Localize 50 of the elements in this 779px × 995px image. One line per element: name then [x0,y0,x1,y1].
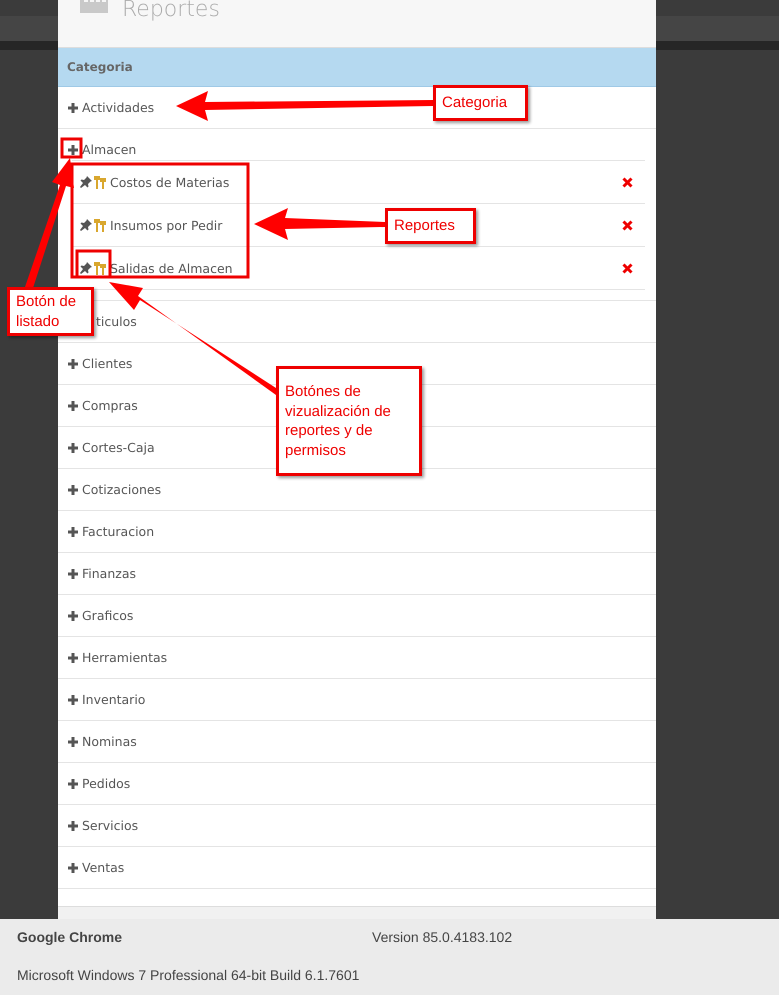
product-name: Google Chrome [17,929,124,945]
category-name[interactable]: Clientes [82,356,132,371]
plus-icon[interactable] [68,358,78,368]
annotation-label: Reportes [385,208,476,244]
delete-icon[interactable] [622,262,633,274]
plus-icon[interactable] [68,102,78,112]
report-name[interactable]: Costos de Materias [110,174,230,190]
category-name[interactable]: ticulos [96,314,137,329]
pin-icon[interactable] [80,176,92,188]
category-name[interactable]: Servicios [82,818,138,833]
pin-icon[interactable] [80,262,92,274]
version-text: Version 85.0.4183.102 [372,929,512,945]
modal-title: Reportes [122,0,220,24]
plus-icon[interactable] [68,778,78,788]
os-text: Microsoft Windows 7 Professional 64-bit Build 6.1.7601 [17,967,360,983]
category-name[interactable]: Inventario [82,692,146,707]
annotation-label: Categoria [433,85,528,121]
category-name[interactable]: Almacen [82,142,136,157]
category-name[interactable]: Compras [82,398,138,413]
category-name[interactable]: Actividades [82,100,154,115]
plus-icon[interactable] [68,484,78,494]
category-name[interactable]: Pedidos [82,776,130,791]
plus-icon[interactable] [68,652,78,662]
plus-icon[interactable] [68,144,78,154]
category-name[interactable]: Graficos [82,608,134,623]
highlight-frame [60,138,82,158]
delete-icon[interactable] [622,220,633,230]
delete-icon[interactable] [622,176,633,188]
report-name[interactable]: Insumos por Pedir [110,218,222,232]
plus-icon[interactable] [68,694,78,704]
column-header: Categoria [58,48,656,87]
plus-icon[interactable] [68,400,78,410]
annotation-label: Botón de listado [7,287,94,336]
category-name[interactable]: Facturacion [82,524,154,539]
plus-icon[interactable] [68,568,78,578]
plus-icon[interactable] [68,442,78,452]
category-name[interactable]: Herramientas [82,650,168,665]
category-name[interactable]: Ventas [82,860,124,875]
category-name[interactable]: Finanzas [82,566,136,581]
category-name[interactable]: Nominas [82,734,137,749]
plus-icon[interactable] [68,862,78,872]
annotation-label: Botónes de vizualización de reportes y de permisos [276,366,422,476]
plus-icon[interactable] [68,820,78,830]
plus-icon[interactable] [68,736,78,746]
pin-icon[interactable] [80,219,92,231]
plus-icon[interactable] [68,526,78,536]
category-name[interactable]: Cortes-Caja [82,440,155,455]
category-name[interactable]: Cotizaciones [82,482,162,497]
plus-icon[interactable] [68,610,78,620]
report-name[interactable]: Salidas de Almacen [110,260,233,276]
